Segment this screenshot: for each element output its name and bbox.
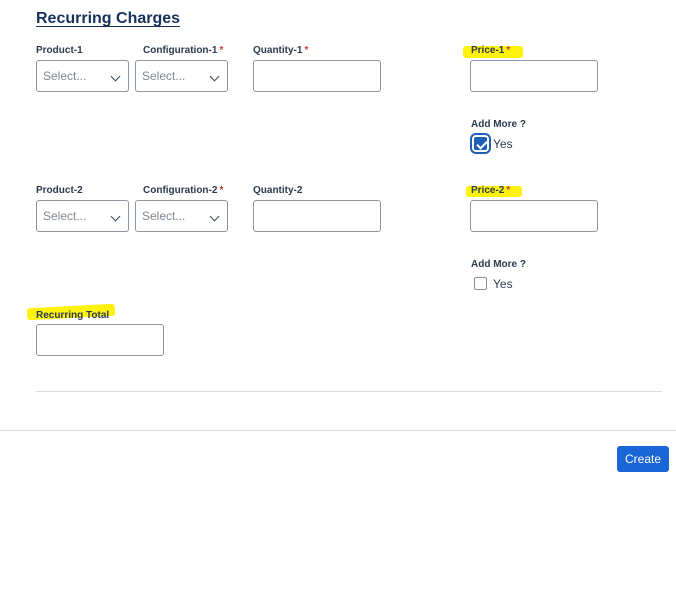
configuration-2-select[interactable]: Select... [135,200,228,232]
product-1-label: Product-1 [36,45,83,56]
configuration-1-select[interactable]: Select... [135,60,228,92]
quantity-2-input[interactable] [253,200,381,232]
product-2-select-value: Select... [43,209,87,223]
price-1-input[interactable] [470,60,598,92]
add-more-2-checkbox[interactable] [474,277,487,290]
chevron-down-icon [209,71,220,82]
product-1-select-value: Select... [43,69,87,83]
create-button[interactable]: Create [617,446,669,472]
product-2-select[interactable]: Select... [36,200,129,232]
section-title: Recurring Charges [36,10,181,27]
quantity-2-label: Quantity-2 [253,185,303,196]
quantity-1-label: Quantity-1 * [253,45,309,56]
footer-divider [0,430,676,431]
add-more-2-label: Add More ? [471,259,526,270]
section-divider [36,391,662,392]
configuration-1-select-value: Select... [142,69,186,83]
configuration-2-label: Configuration-2 * [143,185,224,196]
add-more-1-label: Add More ? [471,119,526,130]
configuration-1-label: Configuration-1 * [143,45,224,56]
price-2-label: Price-2 * [471,185,511,196]
price-2-input[interactable] [470,200,598,232]
product-2-label: Product-2 [36,185,83,196]
quantity-1-input[interactable] [253,60,381,92]
recurring-total-label: Recurring Total [36,310,110,321]
chevron-down-icon [209,211,220,222]
add-more-1-checkbox[interactable] [470,133,491,154]
price-1-label: Price-1 * [471,45,511,56]
configuration-2-select-value: Select... [142,209,186,223]
recurring-total-input[interactable] [36,324,164,356]
add-more-1-option-label: Yes [493,137,513,151]
chevron-down-icon [110,71,121,82]
chevron-down-icon [110,211,121,222]
product-1-select[interactable]: Select... [36,60,129,92]
add-more-2-option-label: Yes [493,277,513,291]
